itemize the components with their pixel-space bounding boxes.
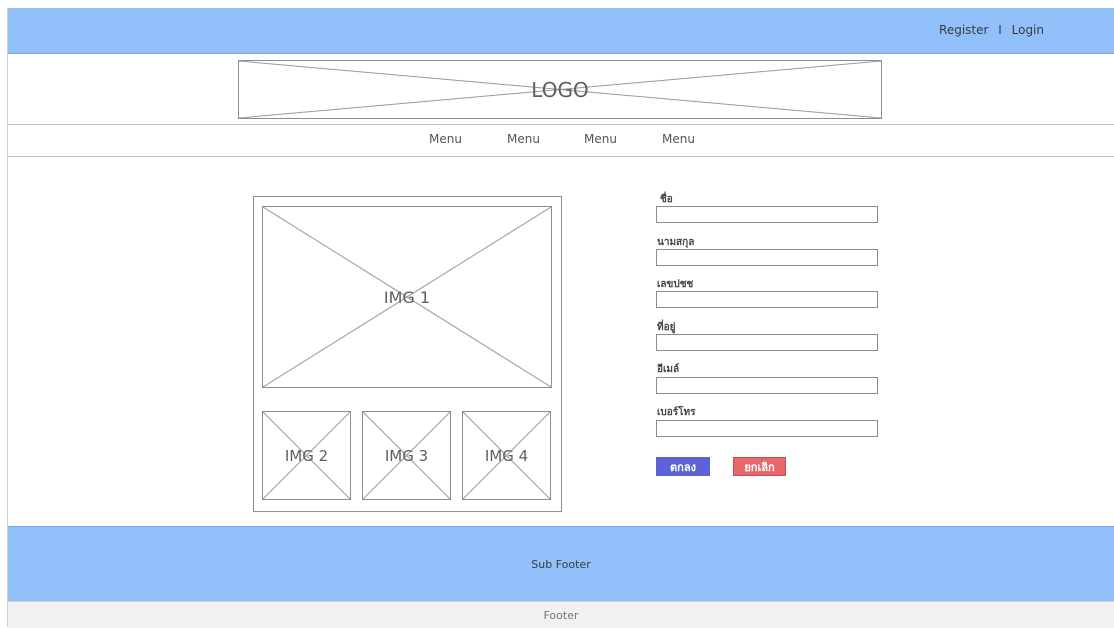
last-name-label: นามสกุล (657, 237, 695, 248)
thumbnail-label: IMG 3 (384, 446, 429, 465)
main-image-label: IMG 1 (383, 287, 431, 307)
thumbnail-image[interactable]: IMG 2 (262, 411, 351, 500)
sub-footer: Sub Footer (8, 526, 1114, 601)
address-label: ที่อยู่ (657, 322, 676, 333)
auth-separator: I (998, 23, 1002, 37)
phone-label: เบอร์โทร (657, 407, 696, 418)
thumbnail-label-wrap: IMG 3 (363, 412, 450, 499)
first-name-field[interactable] (656, 206, 878, 223)
nav-item-menu-2[interactable]: Menu (507, 132, 540, 146)
footer-text: Footer (543, 608, 579, 622)
nav-item-menu-3[interactable]: Menu (584, 132, 617, 146)
main-image[interactable]: IMG 1 (262, 206, 552, 388)
sub-footer-text: Sub Footer (531, 557, 591, 571)
email-field[interactable] (656, 377, 878, 394)
header: LOGO (8, 54, 1114, 125)
citizen-id-field[interactable] (656, 291, 878, 308)
login-link[interactable]: Login (1012, 23, 1044, 37)
thumbnail-label-wrap: IMG 2 (263, 412, 350, 499)
thumbnail-image[interactable]: IMG 3 (362, 411, 451, 500)
footer: Footer (8, 601, 1114, 628)
address-field[interactable] (656, 334, 878, 351)
main-nav: Menu Menu Menu Menu (8, 125, 1114, 157)
last-name-field[interactable] (656, 249, 878, 266)
nav-item-menu-4[interactable]: Menu (662, 132, 695, 146)
top-bar: Register I Login (8, 8, 1114, 54)
first-name-label: ชื่อ (660, 194, 673, 205)
email-label: อีเมล์ (657, 364, 680, 375)
logo-label-wrap: LOGO (239, 61, 881, 118)
submit-button[interactable]: ตกลง (656, 457, 710, 476)
citizen-id-label: เลขปชช (657, 279, 694, 290)
image-gallery: IMG 1 IMG 2 IMG 3 IMG 4 (253, 196, 562, 512)
auth-links: Register I Login (939, 23, 1044, 37)
thumbnail-image[interactable]: IMG 4 (462, 411, 551, 500)
phone-field[interactable] (656, 420, 878, 437)
cancel-button[interactable]: ยกเลิก (733, 457, 786, 476)
thumbnail-label: IMG 4 (484, 446, 529, 465)
thumbnail-label: IMG 2 (284, 446, 329, 465)
thumbnail-label-wrap: IMG 4 (463, 412, 550, 499)
main-image-label-wrap: IMG 1 (263, 207, 551, 387)
register-link[interactable]: Register (939, 23, 988, 37)
nav-item-menu-1[interactable]: Menu (429, 132, 462, 146)
logo-text: LOGO (531, 77, 589, 102)
logo-placeholder[interactable]: LOGO (238, 60, 882, 119)
